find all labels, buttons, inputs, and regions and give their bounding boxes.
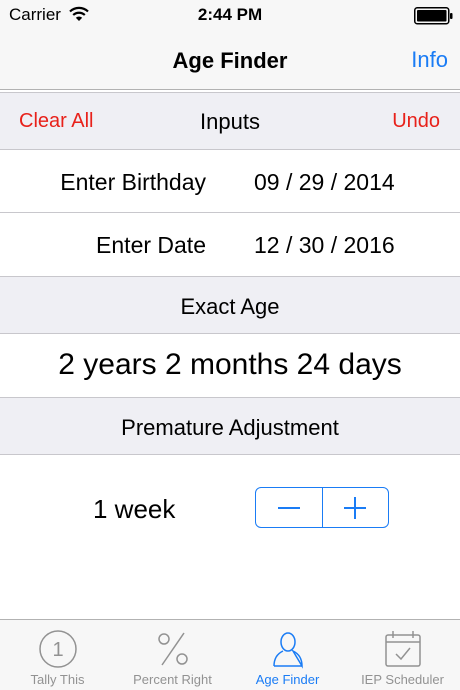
increment-button[interactable] <box>323 488 389 527</box>
premature-adjustment-section-header: Premature Adjustment <box>0 397 460 455</box>
birthday-row: Enter Birthday 09 / 29 / 2014 <box>0 150 460 213</box>
tab-bar: 1 Tally This Percent Right Age Finder IE… <box>0 619 460 690</box>
calendar-icon <box>345 628 460 670</box>
premature-adjustment-stepper <box>255 487 389 528</box>
date-row: Enter Date 12 / 30 / 2016 <box>0 213 460 276</box>
date-label: Enter Date <box>96 232 206 258</box>
premature-adjustment-title: Premature Adjustment <box>121 415 339 440</box>
svg-text:1: 1 <box>52 639 63 661</box>
page-title: Age Finder <box>172 48 288 73</box>
exact-age-section-header: Exact Age <box>0 276 460 334</box>
navigation-bar: Age Finder Info <box>0 32 460 90</box>
status-time: 2:44 PM <box>197 5 263 24</box>
undo-button[interactable]: Undo <box>392 110 440 133</box>
status-bar: Carrier 2:44 PM <box>0 0 460 32</box>
info-button[interactable]: Info <box>411 47 448 73</box>
birthday-label: Enter Birthday <box>60 169 206 195</box>
person-icon <box>230 628 345 670</box>
tab-age-finder[interactable]: Age Finder <box>230 620 345 690</box>
tab-label: Percent Right <box>133 672 212 687</box>
date-field[interactable]: 12 / 30 / 2016 <box>254 232 395 259</box>
minus-icon <box>277 506 300 509</box>
percent-icon <box>115 628 230 670</box>
tally-icon: 1 <box>0 628 115 670</box>
exact-age-title: Exact Age <box>180 294 280 319</box>
tab-percent-right[interactable]: Percent Right <box>115 620 230 690</box>
plus-icon <box>344 496 367 519</box>
birthday-date-field[interactable]: 09 / 29 / 2014 <box>254 169 395 196</box>
tab-label: Tally This <box>30 672 85 687</box>
tab-label: Age Finder <box>255 672 320 687</box>
battery-icon <box>414 7 454 30</box>
tab-label: IEP Scheduler <box>361 672 444 687</box>
clear-all-button[interactable]: Clear All <box>19 110 93 133</box>
premature-adjustment-value: 1 week <box>93 494 176 524</box>
tab-tally-this[interactable]: 1 Tally This <box>0 620 115 690</box>
age-result: 2 years 2 months 24 days <box>58 348 402 381</box>
inputs-section-header: Inputs Clear All Undo <box>0 92 460 150</box>
tab-iep-scheduler[interactable]: IEP Scheduler <box>345 620 460 690</box>
decrement-button[interactable] <box>256 488 323 527</box>
